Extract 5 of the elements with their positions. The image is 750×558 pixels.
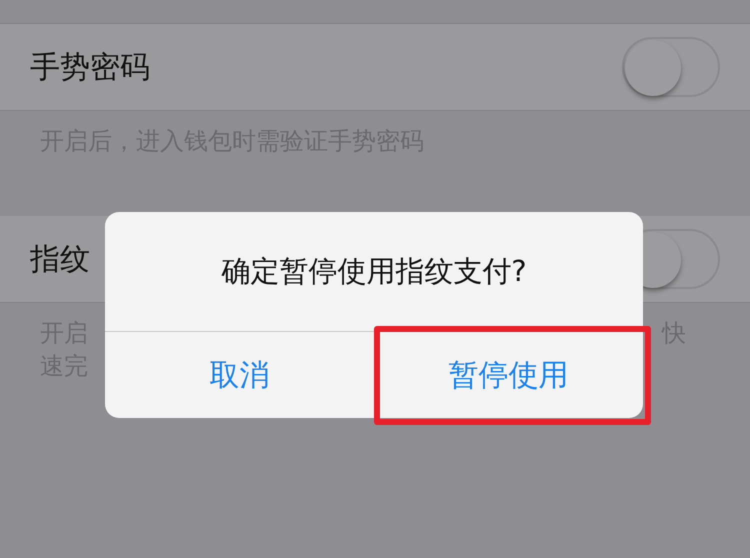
setting-label: 手势密码 bbox=[30, 48, 150, 86]
setting-label: 指纹 bbox=[30, 240, 90, 278]
dialog-button[interactable]: 取消 bbox=[194, 346, 286, 404]
dialog-button[interactable]: 暂停使用 bbox=[432, 346, 584, 404]
toggle-switch[interactable] bbox=[622, 37, 720, 97]
